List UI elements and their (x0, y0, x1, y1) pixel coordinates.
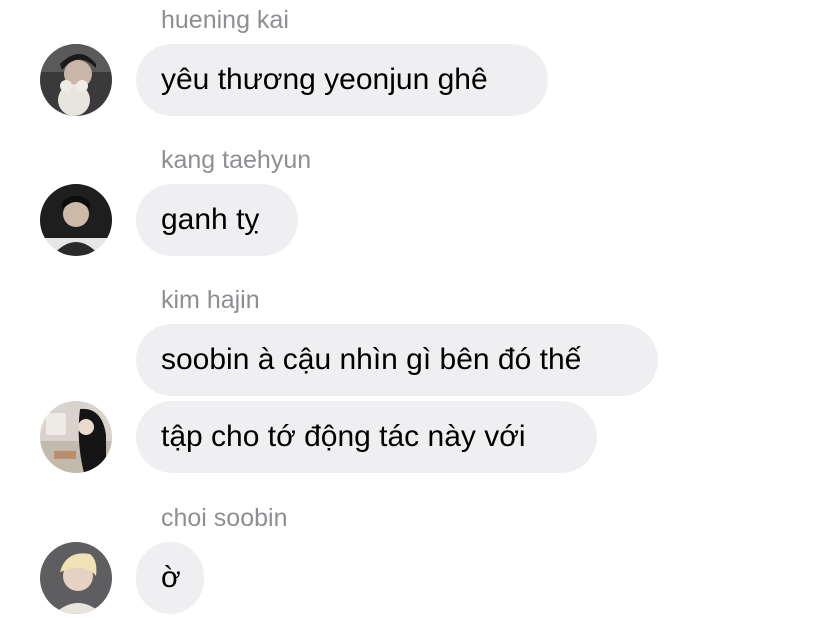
message-text: ờ (161, 561, 181, 594)
sender-name: choi soobin (161, 504, 288, 532)
message-text: tập cho tớ động tác này với (161, 420, 526, 453)
user-avatar-icon[interactable] (40, 184, 112, 256)
message-bubble[interactable]: soobin à cậu nhìn gì bên đó thế (136, 324, 658, 396)
user-avatar-icon[interactable] (40, 542, 112, 614)
sender-name: kim hajin (161, 286, 260, 314)
message-bubble[interactable]: ờ (136, 542, 204, 614)
message-bubble[interactable]: ganh tỵ (136, 184, 298, 256)
user-avatar-icon[interactable] (40, 44, 112, 116)
message-text: ganh tỵ (161, 203, 260, 236)
message-bubble[interactable]: tập cho tớ động tác này với (136, 401, 597, 473)
sender-name: kang taehyun (161, 146, 312, 174)
message-bubble[interactable]: yêu thương yeonjun ghê (136, 44, 548, 116)
user-avatar-icon[interactable] (40, 401, 112, 473)
message-text: soobin à cậu nhìn gì bên đó thế (161, 343, 582, 376)
sender-name: huening kai (161, 6, 289, 34)
message-text: yêu thương yeonjun ghê (161, 63, 488, 96)
